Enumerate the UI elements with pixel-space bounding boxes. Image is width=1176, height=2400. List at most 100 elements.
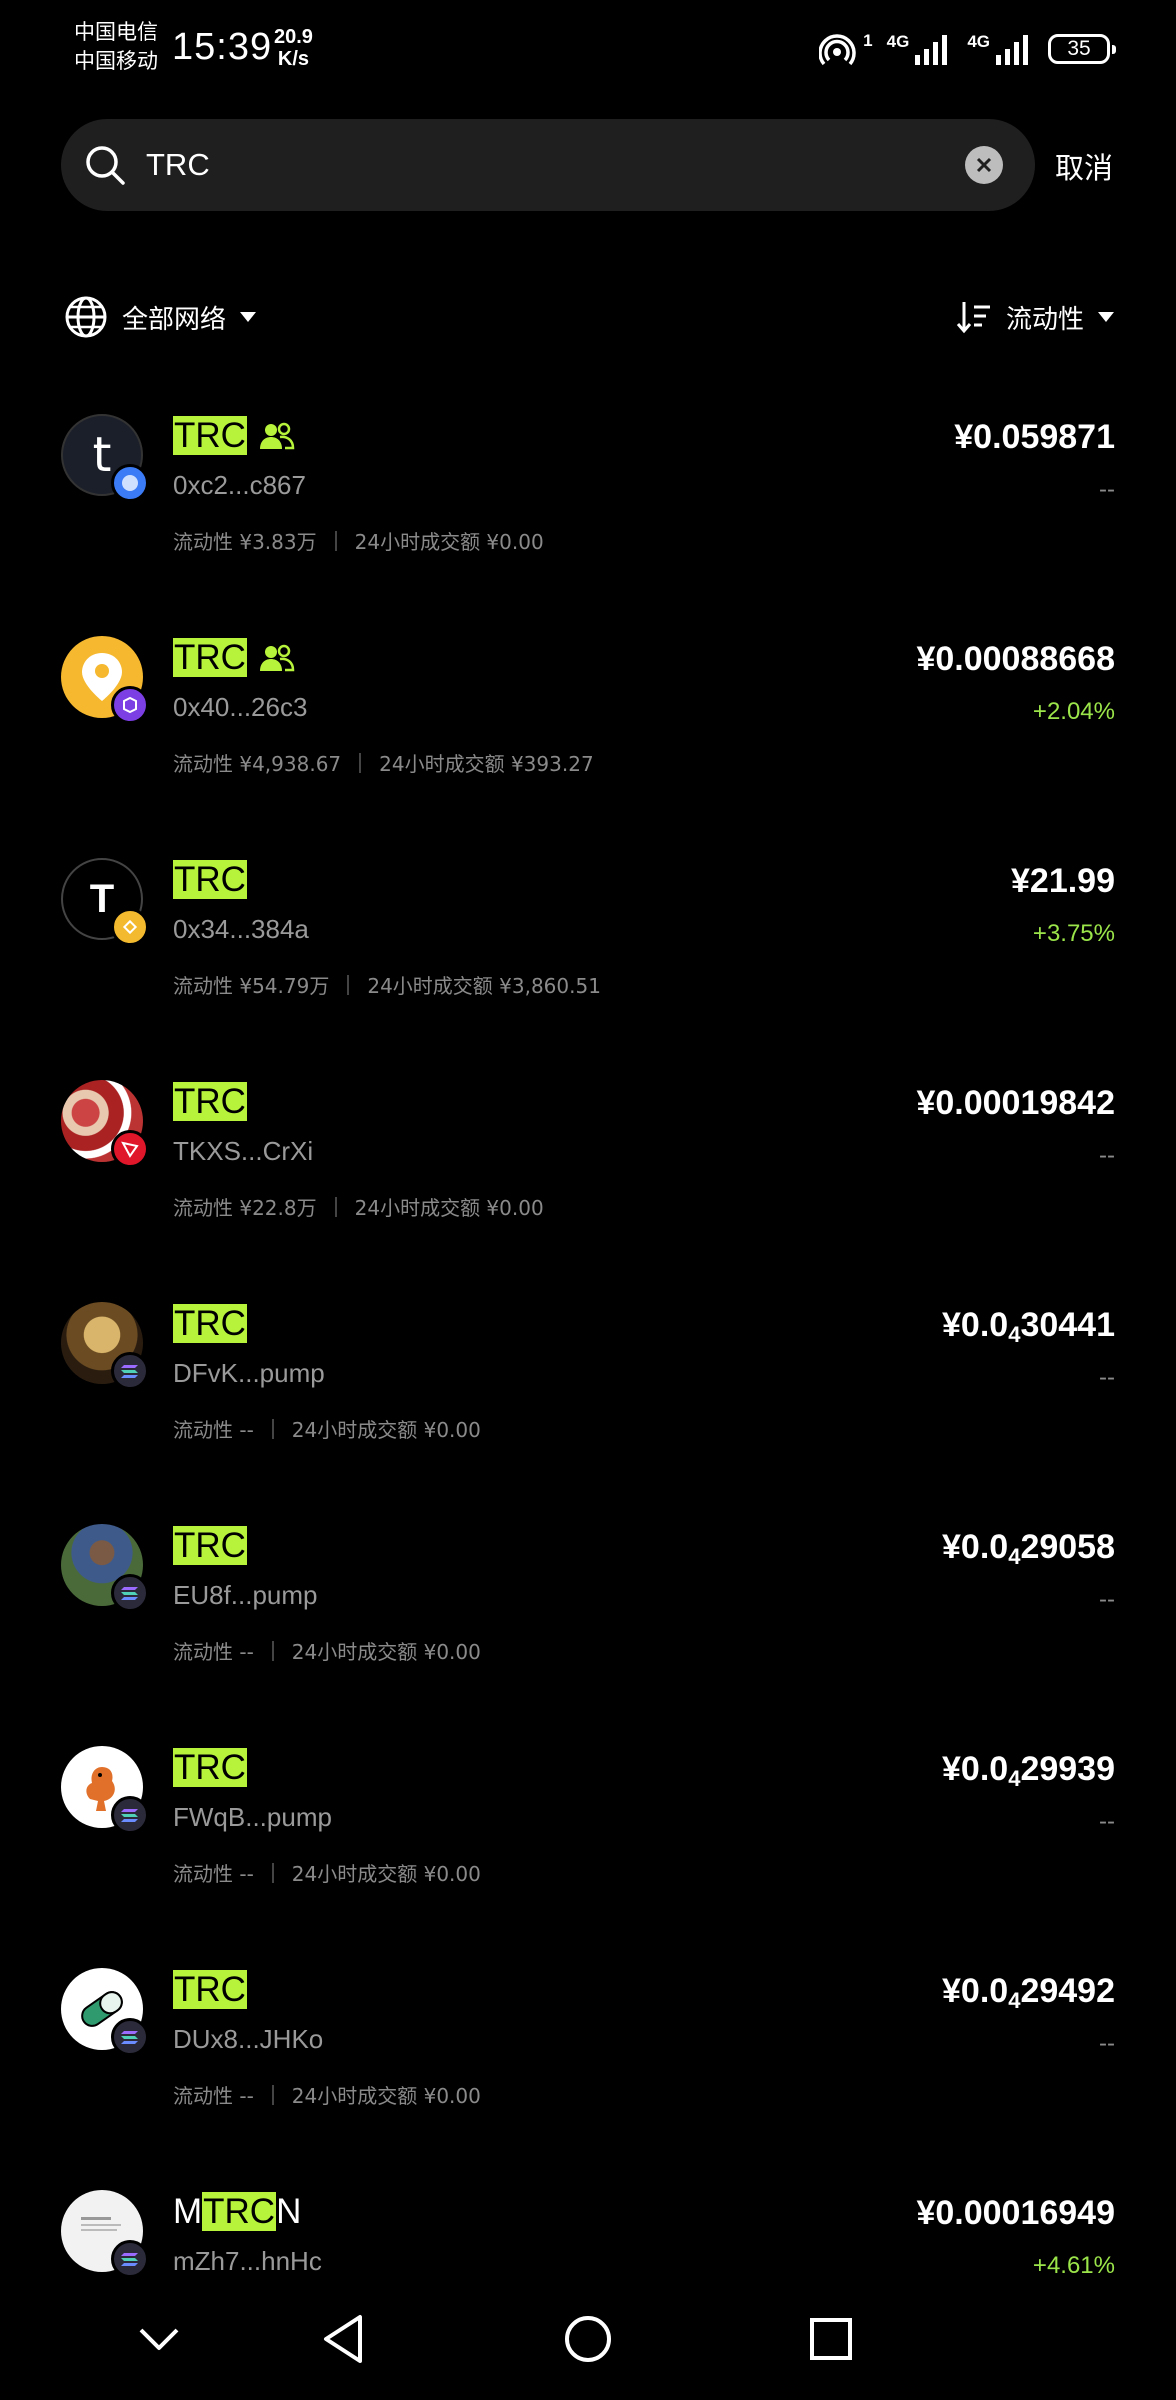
chevron-down-icon	[1098, 312, 1114, 322]
carrier-2: 中国移动	[74, 49, 158, 73]
token-stats: 流动性 ¥22.8万 24小时成交额 ¥0.00	[173, 1192, 544, 1221]
token-price-digits: 29939	[1020, 1750, 1115, 1788]
token-name: TRC	[173, 1080, 247, 1124]
token-avatar: T	[61, 858, 149, 946]
token-name-match: TRC	[202, 2192, 277, 2231]
token-liquidity: 流动性 --	[173, 1862, 254, 1886]
back-triangle-icon	[324, 2315, 362, 2363]
search-input[interactable]	[146, 141, 926, 189]
chevron-down-icon	[139, 2328, 179, 2350]
stats-divider	[271, 1418, 274, 1439]
token-price: ¥0.059871	[954, 418, 1115, 457]
token-price-zero-count: 4	[1008, 1322, 1021, 1347]
token-row[interactable]: t TRC 0xc2...c867 流动性 ¥3.83万 24小时成交额 ¥0.00 ¥0…	[0, 392, 1176, 614]
token-name-suffix: N	[276, 2192, 302, 2231]
token-price: ¥0.00088668	[916, 640, 1115, 679]
token-name-match: TRC	[173, 416, 247, 455]
token-price-change: +4.61%	[1032, 2252, 1115, 2279]
token-name-match: TRC	[173, 1748, 247, 1787]
solana-chain-icon	[111, 1796, 149, 1834]
sim2-network-type: 4G	[967, 32, 990, 51]
token-name-match: TRC	[173, 860, 247, 899]
system-nav-bar	[0, 2280, 1176, 2400]
stats-divider	[334, 530, 337, 551]
token-address: 0x34...384a	[173, 914, 309, 944]
token-price-main: ¥0.0	[942, 1528, 1009, 1566]
network-speed-value: 20.9	[274, 26, 313, 48]
search-bar[interactable]	[61, 119, 1035, 211]
status-icons: 1 4G 4G 35	[819, 26, 1116, 72]
network-speed: 20.9 K/s	[274, 26, 313, 70]
battery-level: 35	[1067, 37, 1091, 60]
token-price-main: ¥0.0	[942, 1972, 1009, 2010]
recents-button[interactable]	[800, 2308, 862, 2370]
token-row[interactable]: TRC TKXS...CrXi 流动性 ¥22.8万 24小时成交额 ¥0.00 ¥0.…	[0, 1058, 1176, 1280]
token-price: ¥0.0429939	[942, 1750, 1115, 1792]
hide-keyboard-button[interactable]	[128, 2308, 190, 2370]
token-name: TRC	[173, 1524, 247, 1568]
token-price-digits: 30441	[1020, 1306, 1115, 1344]
carrier-names: 中国电信 中国移动	[74, 18, 158, 76]
solana-chain-icon	[111, 1574, 149, 1612]
community-icon	[259, 422, 295, 450]
token-name-match: TRC	[173, 1526, 247, 1565]
token-name: TRC	[173, 1968, 247, 2012]
battery-icon: 35	[1048, 34, 1116, 64]
token-name: TRC	[173, 1302, 247, 1346]
token-volume: 24小时成交额 ¥0.00	[291, 1640, 481, 1664]
token-address: 0xc2...c867	[173, 470, 306, 500]
token-stats: 流动性 -- 24小时成交额 ¥0.00	[173, 2080, 481, 2109]
token-name: TRC	[173, 414, 295, 458]
globe-icon	[65, 296, 107, 338]
token-row[interactable]: TRC FWqB...pump 流动性 -- 24小时成交额 ¥0.00 ¥0.0429…	[0, 1724, 1176, 1946]
token-liquidity: 流动性 --	[173, 1640, 254, 1664]
token-row[interactable]: TRC 0x40...26c3 流动性 ¥4,938.67 24小时成交额 ¥393.…	[0, 614, 1176, 836]
cancel-button[interactable]: 取消	[1055, 145, 1113, 187]
token-price: ¥21.99	[1011, 862, 1115, 901]
token-liquidity: 流动性 ¥54.79万	[173, 974, 330, 998]
sort-dropdown[interactable]: 流动性	[956, 295, 1114, 339]
token-row[interactable]: TRC EU8f...pump 流动性 -- 24小时成交额 ¥0.00 ¥0.0429…	[0, 1502, 1176, 1724]
token-row[interactable]: T TRC 0x34...384a 流动性 ¥54.79万 24小时成交额 ¥3,860…	[0, 836, 1176, 1058]
token-avatar: t	[61, 414, 149, 502]
token-name: TRC	[173, 636, 295, 680]
token-price: ¥0.00016949	[916, 2194, 1115, 2233]
token-volume: 24小时成交额 ¥0.00	[291, 1418, 481, 1442]
token-address: FWqB...pump	[173, 1802, 332, 1832]
token-price-main: ¥0.059871	[954, 418, 1115, 456]
search-icon	[86, 146, 125, 185]
bnb-chain-icon	[111, 908, 149, 946]
token-stats: 流动性 -- 24小时成交额 ¥0.00	[173, 1414, 481, 1443]
solana-chain-icon	[111, 1352, 149, 1390]
token-avatar	[61, 2190, 149, 2278]
token-price-main: ¥0.0	[942, 1306, 1009, 1344]
solana-chain-icon	[111, 2018, 149, 2056]
recents-square-icon	[810, 2318, 852, 2360]
token-liquidity: 流动性 ¥4,938.67	[173, 752, 342, 776]
token-price-digits: 29492	[1020, 1972, 1115, 2010]
tron-chain-icon	[111, 1130, 149, 1168]
token-address: DUx8...JHKo	[173, 2024, 324, 2054]
token-volume: 24小时成交额 ¥3,860.51	[367, 974, 601, 998]
token-row[interactable]: TRC DUx8...JHKo 流动性 -- 24小时成交额 ¥0.00 ¥0.0429…	[0, 1946, 1176, 2168]
token-price-change: --	[1099, 1142, 1115, 1169]
token-price-main: ¥0.0	[942, 1750, 1009, 1788]
token-volume: 24小时成交额 ¥0.00	[291, 2084, 481, 2108]
token-avatar	[61, 636, 149, 724]
home-button[interactable]	[557, 2308, 619, 2370]
token-row[interactable]: TRC DFvK...pump 流动性 -- 24小时成交额 ¥0.00 ¥0.0430…	[0, 1280, 1176, 1502]
token-volume: 24小时成交额 ¥393.27	[379, 752, 594, 776]
token-price-main: ¥0.00019842	[916, 1084, 1115, 1122]
back-button[interactable]	[312, 2308, 374, 2370]
sort-label: 流动性	[1005, 304, 1084, 335]
stats-divider	[271, 1862, 274, 1883]
clear-search-icon[interactable]	[965, 146, 1003, 184]
token-address: EU8f...pump	[173, 1580, 318, 1610]
stats-divider	[347, 974, 350, 995]
token-price-change: --	[1099, 2030, 1115, 2057]
stats-divider	[334, 1196, 337, 1217]
network-filter-dropdown[interactable]: 全部网络	[64, 295, 257, 339]
token-name-match: TRC	[173, 638, 247, 677]
token-address: TKXS...CrXi	[173, 1136, 314, 1166]
token-price-change: --	[1099, 1808, 1115, 1835]
